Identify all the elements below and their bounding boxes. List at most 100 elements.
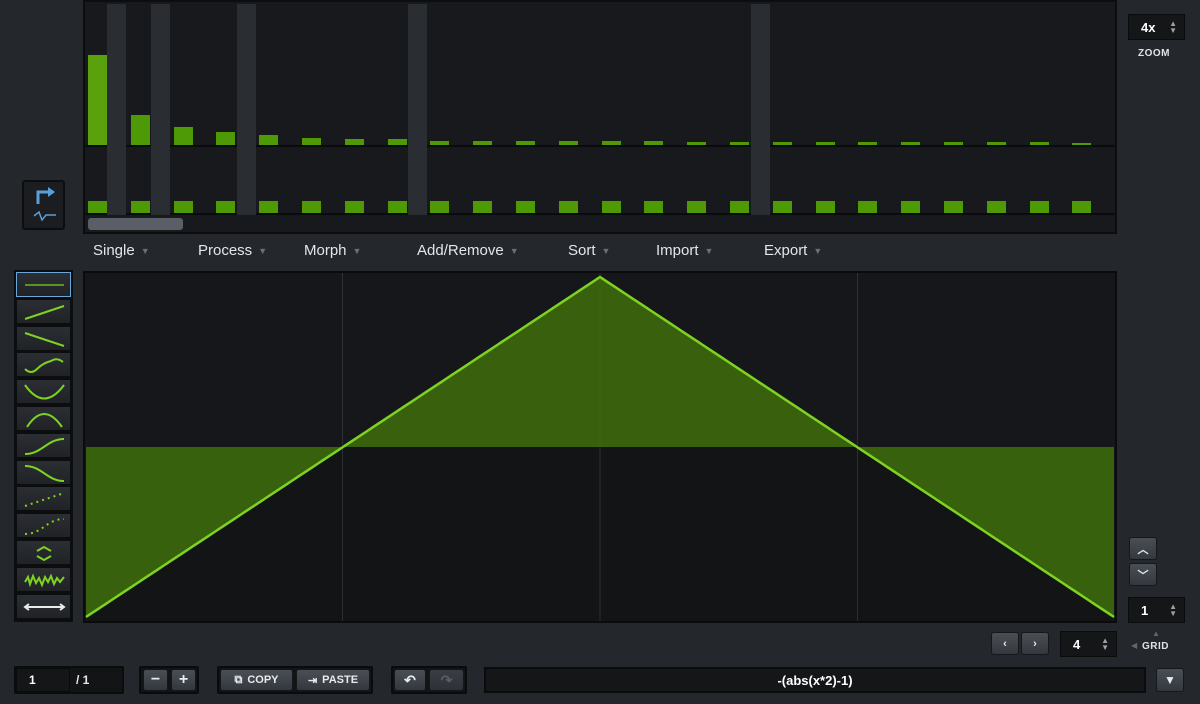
harmonic-phase-bar[interactable] — [387, 201, 407, 213]
harmonic-phase-bar[interactable] — [1029, 201, 1049, 213]
shape-tool-steps-curved[interactable] — [16, 513, 71, 539]
waveform-editor[interactable] — [83, 271, 1117, 623]
harmonic-amplitude-bar[interactable] — [772, 142, 792, 145]
harmonic-phase-bar[interactable] — [130, 201, 150, 213]
harmonic-amplitude-bar[interactable] — [558, 141, 578, 145]
harmonic-phase-bar[interactable] — [88, 201, 107, 213]
harmonic-amplitude-bar[interactable] — [88, 55, 107, 145]
grid-next-button[interactable]: › — [1021, 632, 1049, 655]
menu-import[interactable]: Import ▼ — [656, 242, 713, 259]
harmonic-amplitude-bar[interactable] — [944, 142, 963, 145]
harmonic-phase-bar[interactable] — [901, 201, 921, 213]
harmonic-phase-bar[interactable] — [430, 201, 450, 213]
harmonic-phase-bar[interactable] — [986, 201, 1006, 213]
harmonic-phase-bar[interactable] — [644, 201, 664, 213]
spinner-icon[interactable]: ▲ ▼ — [1101, 637, 1109, 652]
chevron-down-icon: ﹀ — [1137, 569, 1149, 582]
add-frame-button[interactable]: + — [171, 669, 196, 691]
harmonic-amplitude-bar[interactable] — [815, 142, 835, 145]
paste-button[interactable]: ⇥ PASTE — [296, 669, 370, 691]
harmonic-amplitude-bar[interactable] — [687, 142, 707, 145]
undo-button[interactable]: ↶ — [394, 669, 426, 691]
harmonic-highlight-column — [751, 4, 770, 215]
harmonic-phase-bar[interactable] — [815, 201, 835, 213]
harmonic-amplitude-bar[interactable] — [130, 115, 150, 145]
harmonic-phase-bar[interactable] — [259, 201, 279, 213]
harmonic-amplitude-bar[interactable] — [1029, 142, 1049, 145]
harmonic-phase-bar[interactable] — [601, 201, 621, 213]
harmonic-scrollbar[interactable] — [88, 218, 183, 230]
harmonic-amplitude-bar[interactable] — [516, 141, 535, 145]
grid-label: GRID — [1142, 641, 1169, 652]
harmonic-amplitude-bar[interactable] — [302, 137, 321, 145]
harmonic-phase-bar[interactable] — [558, 201, 578, 213]
spinner-icon[interactable]: ▲ ▼ — [1169, 603, 1177, 618]
shape-tool-s-curve-up[interactable] — [16, 432, 71, 458]
scroll-down-button[interactable]: ﹀ — [1129, 563, 1157, 586]
harmonic-amplitude-bar[interactable] — [901, 142, 921, 145]
menu-morph[interactable]: Morph ▼ — [304, 242, 361, 259]
shape-tool-bowl[interactable] — [16, 379, 71, 405]
harmonic-phase-bar[interactable] — [730, 201, 749, 213]
shape-tool-arch[interactable] — [16, 406, 71, 431]
harmonic-amplitude-bar[interactable] — [173, 127, 193, 145]
spinner-icon[interactable]: ▲ ▼ — [1169, 20, 1177, 35]
grid-select[interactable]: 4 ▲ ▼ — [1060, 631, 1117, 657]
scroll-up-button[interactable]: ︿ — [1129, 537, 1157, 560]
menu-single[interactable]: Single ▼ — [93, 242, 150, 259]
harmonic-amplitude-bar[interactable] — [216, 132, 236, 145]
copy-button[interactable]: ⧉ COPY — [220, 669, 293, 691]
shape-tool-noise[interactable] — [16, 566, 71, 592]
noise-icon — [24, 573, 65, 588]
menu-process[interactable]: Process ▼ — [198, 242, 267, 259]
chevron-right-icon: › — [1033, 637, 1037, 650]
harmonic-amplitude-bar[interactable] — [259, 135, 279, 145]
formula-input[interactable]: -(abs(x*2)-1) — [484, 667, 1146, 693]
harmonic-amplitude-bar[interactable] — [387, 138, 407, 145]
harmonic-phase-bar[interactable] — [944, 201, 963, 213]
harmonic-amplitude-bar[interactable] — [986, 142, 1006, 145]
menu-sort[interactable]: Sort ▼ — [568, 242, 610, 259]
harmonic-amplitude-bar[interactable] — [858, 142, 878, 145]
harmonic-phase-bar[interactable] — [858, 201, 878, 213]
shape-tool-s-curve-down[interactable] — [16, 459, 71, 485]
harmonic-phase-bar[interactable] — [473, 201, 493, 213]
menu-add-remove[interactable]: Add/Remove ▼ — [417, 242, 519, 259]
harmonic-amplitude-bar[interactable] — [730, 142, 749, 145]
shape-tool-steps-dotted[interactable] — [16, 486, 71, 512]
vertical-grid-select[interactable]: 1 ▲ ▼ — [1128, 597, 1185, 623]
shape-tool-spread[interactable] — [16, 540, 71, 565]
shape-tool-flat-line[interactable] — [16, 272, 71, 297]
harmonic-phase-bar[interactable] — [687, 201, 707, 213]
shape-tool-stretch[interactable] — [16, 593, 71, 619]
harmonic-amplitude-bar[interactable] — [344, 138, 364, 145]
menu-export[interactable]: Export ▼ — [764, 242, 822, 259]
grid-prev-button[interactable]: ‹ — [991, 632, 1019, 655]
harmonic-phase-bar[interactable] — [772, 201, 792, 213]
shape-tool-ramp-down[interactable] — [16, 325, 71, 351]
shape-tool-sine[interactable] — [16, 352, 71, 378]
formula-menu-button[interactable]: ▼ — [1156, 668, 1184, 692]
wave-to-harmonic-button[interactable] — [22, 180, 65, 230]
harmonic-amplitude-bar[interactable] — [1072, 143, 1092, 145]
harmonic-phase-bar[interactable] — [516, 201, 535, 213]
harmonic-highlight-column — [151, 4, 170, 215]
harmonic-phase-bar[interactable] — [344, 201, 364, 213]
harmonic-amplitude-bar[interactable] — [430, 140, 450, 145]
shape-tool-ramp-up[interactable] — [16, 298, 71, 324]
redo-icon: ↷ — [440, 671, 453, 688]
redo-button[interactable]: ↷ — [429, 669, 464, 691]
zoom-select[interactable]: 4x ▲ ▼ — [1128, 14, 1185, 40]
harmonic-phase-bar[interactable] — [216, 201, 236, 213]
remove-frame-button[interactable]: − — [143, 669, 168, 691]
waveform-canvas[interactable] — [85, 273, 1115, 621]
harmonic-editor[interactable] — [83, 0, 1117, 234]
harmonic-phase-bar[interactable] — [1072, 201, 1092, 213]
harmonic-amplitude-bar[interactable] — [601, 141, 621, 145]
frame-input[interactable]: 1 — [16, 668, 70, 692]
harmonic-amplitude-bar[interactable] — [473, 140, 493, 145]
harmonic-phase-bar[interactable] — [302, 201, 321, 213]
harmonic-phase-bar[interactable] — [173, 201, 193, 213]
spread-icon — [36, 545, 52, 562]
harmonic-amplitude-bar[interactable] — [644, 141, 664, 145]
